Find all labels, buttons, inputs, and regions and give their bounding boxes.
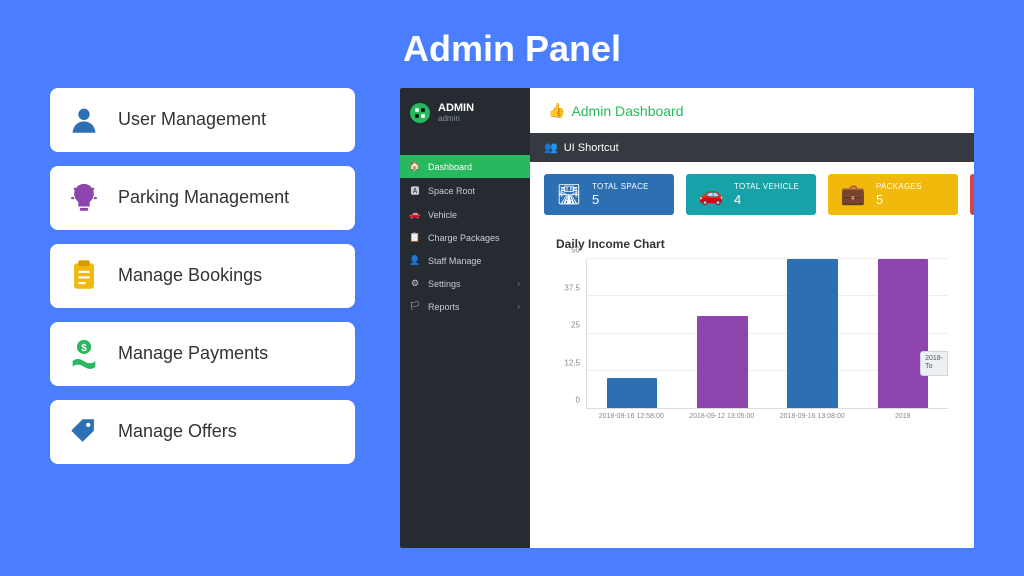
nav-label: Charge Packages [428,233,500,243]
sidebar-item-settings[interactable]: ⚙ Settings › [400,272,530,295]
chevron-right-icon: › [517,279,520,288]
thumbs-up-icon: 👍 [548,102,565,119]
x-label: 2018 [858,409,949,429]
bar-slot [677,259,767,408]
y-tick: 37.5 [564,283,580,292]
sidebar-item-dashboard[interactable]: 🏠 Dashboard [400,155,530,178]
feature-card-list: User Management Parking Management Manage … [50,88,355,548]
sidebar-item-vehicle[interactable]: 🚗 Vehicle [400,203,530,226]
svg-text:$: $ [81,343,87,354]
card-label: Manage Offers [118,420,237,443]
nav-icon: ⚙ [410,278,420,289]
chart-bar-1[interactable] [697,316,748,408]
y-tick: 25 [571,321,580,330]
x-label: 2018-09-16 13:08:00 [767,409,858,429]
nav-label: Dashboard [428,162,472,172]
stat-card-0[interactable]: 🛣 TOTAL SPACE5 [544,174,674,215]
card-label: User Management [118,108,266,131]
chart-bars [587,259,948,408]
nav-label: Settings [428,279,461,289]
stat-icon: 🛣 [556,182,582,207]
nav-icon: 🚗 [410,209,420,220]
y-tick: 12.5 [564,358,580,367]
stat-card-1[interactable]: 🚗 TOTAL VEHICLE4 [686,174,816,215]
stat-value: 5 [592,192,649,207]
stat-icon: 🚗 [698,182,724,207]
feature-card-4[interactable]: Manage Offers [50,400,355,464]
sidebar-admin-sub: admin [438,114,474,123]
chart-bar-2[interactable] [787,259,838,408]
nav-icon: 📋 [410,232,420,243]
stat-row: 🛣TOTAL SPACE5🚗TOTAL VEHICLE4💼PACKAGES5👤 [530,162,974,227]
nav-icon: 🅰 [410,184,420,197]
dashboard-screenshot: ADMIN admin 🏠 Dashboard 🅰 Space Root 🚗 Vehicl… [400,88,974,548]
stat-card-3[interactable]: 👤 [970,174,974,215]
nav-label: Staff Manage [428,256,481,266]
card-label: Parking Management [118,186,289,209]
nav-label: Reports [428,302,460,312]
logo-icon [410,103,430,123]
stat-label: TOTAL VEHICLE [734,182,799,191]
chevron-right-icon: › [517,302,520,311]
sidebar-item-charge-packages[interactable]: 📋 Charge Packages [400,226,530,249]
main-title-text: Admin Dashboard [571,103,683,119]
tag-icon [66,414,102,450]
stat-card-2[interactable]: 💼 PACKAGES5 [828,174,958,215]
feature-card-1[interactable]: Parking Management [50,166,355,230]
bulb-icon [66,180,102,216]
sidebar-item-staff-manage[interactable]: 👤 Staff Manage [400,249,530,272]
shortcut-bar: 👥 UI Shortcut [530,133,974,162]
stat-label: TOTAL SPACE [592,182,649,191]
nav-icon: 🏠 [410,161,420,172]
users-icon: 👥 [544,141,558,154]
feature-card-3[interactable]: $ Manage Payments [50,322,355,386]
y-tick: 50 [571,246,580,255]
chart-plot [586,259,948,409]
main-title: 👍 Admin Dashboard [530,88,974,133]
main-panel: 👍 Admin Dashboard 👥 UI Shortcut 🛣 TOTAL S… [530,88,974,548]
nav-icon: 🏳 [410,301,420,312]
feature-card-2[interactable]: Manage Bookings [50,244,355,308]
stat-label: PACKAGES [876,182,922,191]
nav-label: Space Root [428,186,475,196]
y-tick: 0 [576,396,580,405]
clipboard-icon [66,258,102,294]
x-axis-labels: 2018-09-16 12:58:002018-09-12 13:05:0020… [586,409,948,429]
sidebar-header: ADMIN admin [400,88,530,137]
shortcut-title: UI Shortcut [564,142,619,154]
stat-value: 5 [876,192,922,207]
bar-slot [768,259,858,408]
stat-value: 4 [734,192,799,207]
nav-icon: 👤 [410,255,420,266]
stat-icon: 💼 [840,182,866,207]
user-icon [66,102,102,138]
chart-box: Daily Income Chart 0 12.5 25 37.5 50 2018-09… [544,227,960,439]
chart-tooltip: 2018- To [920,351,948,376]
chart-title: Daily Income Chart [556,237,948,251]
x-label: 2018-09-16 12:58:00 [586,409,677,429]
card-label: Manage Bookings [118,264,262,287]
sidebar: ADMIN admin 🏠 Dashboard 🅰 Space Root 🚗 Vehicl… [400,88,530,548]
sidebar-nav: 🏠 Dashboard 🅰 Space Root 🚗 Vehicle 📋 Charge Pac… [400,155,530,318]
page-title: Admin Panel [0,0,1024,88]
feature-card-0[interactable]: User Management [50,88,355,152]
sidebar-admin-label: ADMIN [438,102,474,114]
sidebar-item-space-root[interactable]: 🅰 Space Root [400,178,530,203]
chart-area: 012.52537.550 2018-09-16 12:58:002018-09… [556,259,948,429]
chart-bar-3[interactable] [878,259,929,408]
money-icon: $ [66,336,102,372]
card-label: Manage Payments [118,342,268,365]
x-label: 2018-09-12 13:05:00 [677,409,768,429]
nav-label: Vehicle [428,210,457,220]
y-axis: 012.52537.550 [556,259,584,409]
bar-slot [587,259,677,408]
bar-slot [858,259,948,408]
chart-bar-0[interactable] [607,378,658,408]
sidebar-item-reports[interactable]: 🏳 Reports › [400,295,530,318]
